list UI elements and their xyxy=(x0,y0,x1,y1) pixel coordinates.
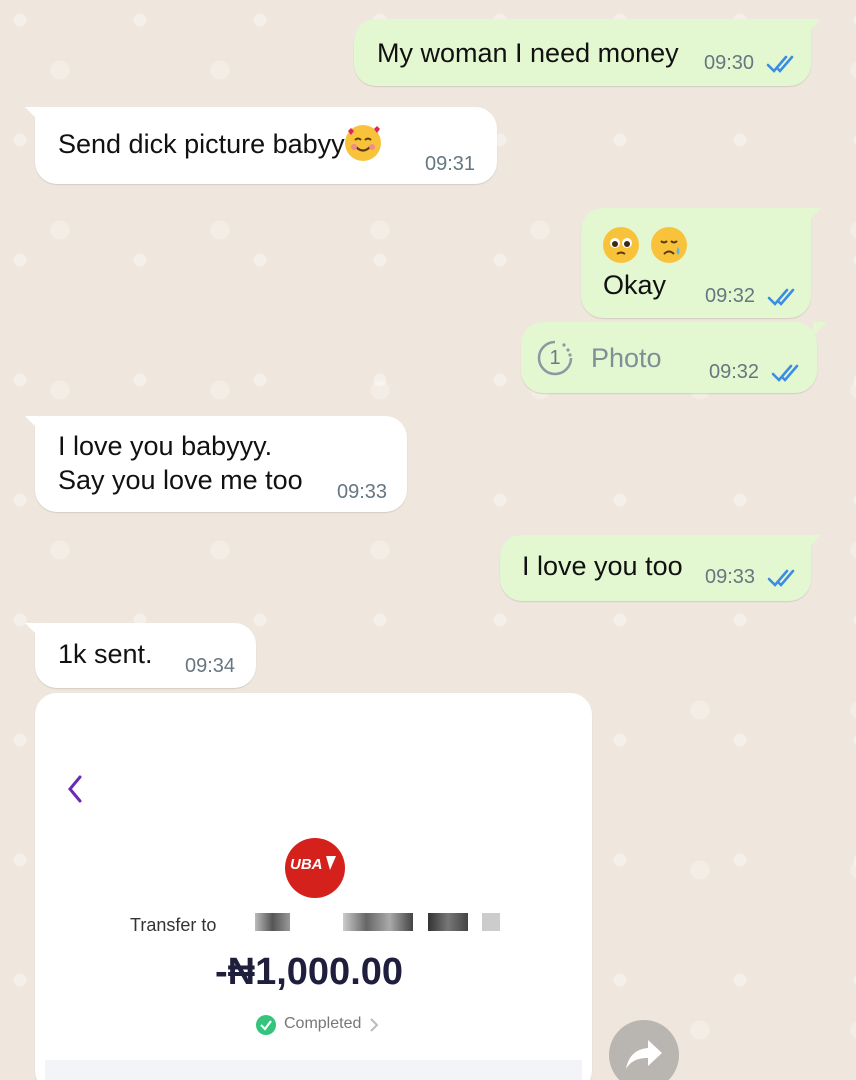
message-text: Okay xyxy=(603,270,667,300)
message-time: 09:34 xyxy=(185,655,236,677)
message-bubble-outgoing[interactable]: I love you too 09:33 xyxy=(500,535,821,601)
message-time: 09:33 xyxy=(705,566,756,588)
smiling-face-with-hearts-icon xyxy=(344,124,381,161)
message-bubble-outgoing[interactable]: Okay 09:32 xyxy=(581,208,821,318)
message-time: 09:30 xyxy=(704,52,755,74)
double-check-icon xyxy=(766,55,793,73)
message-time: 09:33 xyxy=(337,481,388,503)
message-line-1: I love you babyyy. xyxy=(58,431,273,461)
bank-logo-text: UBA xyxy=(290,856,323,873)
message-bubble-incoming[interactable]: 1k sent. 09:34 xyxy=(25,623,256,688)
message-bubble-incoming[interactable]: Send dick picture babyy 09:31 xyxy=(25,107,497,184)
receipt-details-panel xyxy=(45,1060,582,1080)
transfer-label: Transfer to xyxy=(130,915,217,935)
transfer-amount: -₦1,000.00 xyxy=(215,951,404,993)
transfer-receipt-image[interactable]: UBA Transfer to -₦1,000.00 Completed xyxy=(35,693,592,1080)
recipient-name-redacted xyxy=(255,913,500,933)
message-time: 09:32 xyxy=(709,361,760,383)
message-time: 09:32 xyxy=(705,285,756,307)
message-meta: 09:30 xyxy=(704,53,802,74)
chevron-left-icon xyxy=(68,775,82,803)
message-text: Send dick picture babyy xyxy=(58,124,381,164)
pleading-face-icon xyxy=(603,226,639,263)
view-once-photo-message[interactable]: 1 Photo 09:32 xyxy=(521,322,827,393)
message-bubble-outgoing[interactable]: My woman I need money 09:30 xyxy=(354,19,821,86)
message-text: 1k sent. xyxy=(58,639,153,669)
check-circle-icon xyxy=(256,1015,276,1035)
message-text: I love you too xyxy=(522,551,683,581)
double-check-icon xyxy=(767,288,794,306)
message-time: 09:31 xyxy=(425,153,476,175)
message-meta: 09:32 xyxy=(709,362,807,383)
forward-arrow-icon xyxy=(626,1040,662,1069)
status-text: Completed xyxy=(284,1015,362,1032)
message-meta: 09:33 xyxy=(705,567,803,588)
emoji-row xyxy=(603,226,687,263)
message-line-2: Say you love me too xyxy=(58,465,303,495)
view-once-1-icon: 1 xyxy=(537,340,573,376)
message-text: My woman I need money xyxy=(377,38,679,68)
bank-logo: UBA xyxy=(285,838,345,898)
uba-mark-icon xyxy=(326,856,336,870)
view-once-badge: 1 xyxy=(549,347,561,369)
double-check-icon xyxy=(771,364,798,382)
photo-label: Photo xyxy=(591,343,662,373)
double-check-icon xyxy=(767,569,794,587)
crying-face-icon xyxy=(650,226,687,263)
message-bubble-incoming[interactable]: I love you babyyy. Say you love me too 0… xyxy=(25,416,407,512)
message-meta: 09:32 xyxy=(705,286,803,307)
chevron-right-icon xyxy=(370,1018,379,1032)
